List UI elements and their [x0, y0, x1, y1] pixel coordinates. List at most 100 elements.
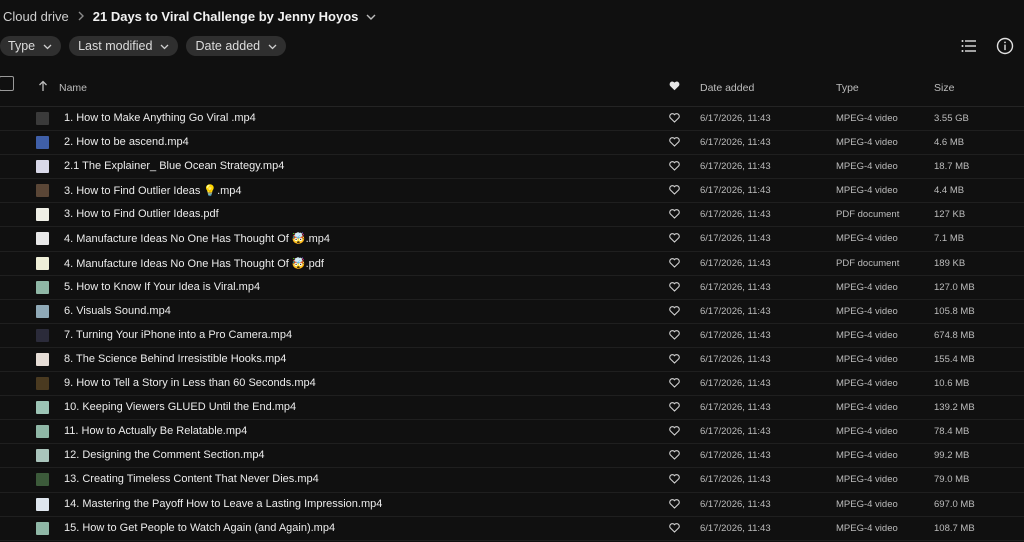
file-thumbnail	[36, 352, 49, 366]
file-date-added: 6/17/2026, 11:43	[700, 426, 771, 438]
file-thumbnail	[36, 521, 49, 535]
heart-icon[interactable]	[669, 522, 680, 533]
file-name: 2. How to be ascend.mp4	[64, 136, 189, 149]
file-size: 127.0 MB	[934, 281, 975, 293]
file-date-added: 6/17/2026, 11:43	[700, 281, 771, 293]
file-thumbnail	[36, 425, 49, 439]
filter-type[interactable]: Type	[0, 36, 62, 56]
file-date-added: 6/17/2026, 11:43	[700, 185, 771, 197]
table-row[interactable]: 11. How to Actually Be Relatable.mp4 6/17…	[0, 420, 1024, 445]
heart-icon[interactable]	[669, 209, 680, 220]
heart-icon[interactable]	[669, 450, 680, 461]
file-name: 13. Creating Timeless Content That Never…	[64, 473, 319, 486]
list-view-icon[interactable]	[960, 37, 978, 55]
file-size: 105.8 MB	[934, 305, 975, 317]
filter-last-modified[interactable]: Last modified	[69, 36, 179, 56]
file-type: MPEG-4 video	[836, 233, 898, 245]
breadcrumb-current: 21 Days to Viral Challenge by Jenny Hoyo…	[92, 9, 359, 24]
table-row[interactable]: 2. How to be ascend.mp4 6/17/2026, 11:43 M…	[0, 131, 1024, 156]
file-name: 4. Manufacture Ideas No One Has Thought …	[64, 233, 331, 246]
file-thumbnail	[36, 497, 49, 511]
table-row[interactable]: 4. Manufacture Ideas No One Has Thought …	[0, 252, 1024, 276]
column-header-type[interactable]: Type	[836, 82, 859, 94]
file-date-added: 6/17/2026, 11:43	[700, 378, 771, 390]
file-name: 7. Turning Your iPhone into a Pro Camera…	[64, 328, 293, 341]
heart-icon[interactable]	[669, 185, 680, 196]
heart-icon[interactable]	[669, 137, 680, 147]
file-thumbnail	[36, 304, 49, 318]
heart-icon[interactable]	[669, 281, 680, 292]
file-type: MPEG-4 video	[836, 161, 898, 173]
file-type: MPEG-4 video	[836, 329, 898, 341]
arrow-up-icon[interactable]	[38, 80, 48, 92]
file-name: 6. Visuals Sound.mp4	[64, 304, 171, 317]
file-name: 2.1 The Explainer_ Blue Ocean Strategy.m…	[64, 160, 285, 173]
heart-icon[interactable]	[669, 498, 680, 509]
heart-icon[interactable]	[669, 378, 680, 388]
heart-icon[interactable]	[669, 81, 680, 91]
filter-date-added[interactable]: Date added	[186, 36, 287, 56]
column-header-date-added[interactable]: Date added	[700, 82, 754, 94]
heart-icon[interactable]	[669, 305, 680, 316]
file-thumbnail	[36, 280, 49, 294]
table-row[interactable]: 3. How to Find Outlier Ideas.pdf 6/17/202…	[0, 203, 1024, 228]
table-row[interactable]: 8. The Science Behind Irresistible Hooks…	[0, 348, 1024, 373]
file-date-added: 6/17/2026, 11:43	[700, 402, 771, 414]
file-type: MPEG-4 video	[836, 474, 898, 486]
table-row[interactable]: 1. How to Make Anything Go Viral .mp4 6/1…	[0, 107, 1024, 132]
view-controls	[960, 37, 1014, 55]
filter-label: Date added	[195, 39, 261, 53]
breadcrumb-root[interactable]: Cloud drive	[3, 9, 69, 24]
file-size: 189 KB	[934, 257, 966, 269]
table-row[interactable]: 4. Manufacture Ideas No One Has Thought …	[0, 227, 1024, 252]
file-name: 8. The Science Behind Irresistible Hooks…	[64, 352, 287, 365]
file-type: MPEG-4 video	[836, 281, 898, 293]
chevron-down-icon	[43, 39, 52, 53]
file-thumbnail	[36, 377, 49, 391]
file-size: 674.8 MB	[934, 329, 975, 341]
file-type: MPEG-4 video	[836, 498, 898, 510]
table-row[interactable]: 9. How to Tell a Story in Less than 60 S…	[0, 372, 1024, 397]
file-name: 15. How to Get People to Watch Again (an…	[64, 521, 336, 534]
table-row[interactable]: 3. How to Find Outlier Ideas 💡.mp4 6/17/2…	[0, 179, 1024, 204]
chevron-down-icon[interactable]	[366, 9, 376, 24]
table-row[interactable]: 6. Visuals Sound.mp4 6/17/2026, 11:43 MPEG…	[0, 300, 1024, 324]
file-size: 697.0 MB	[934, 498, 975, 510]
column-header-size[interactable]: Size	[934, 82, 954, 94]
file-name: 11. How to Actually Be Relatable.mp4	[64, 425, 248, 438]
info-icon[interactable]	[996, 37, 1014, 55]
file-date-added: 6/17/2026, 11:43	[700, 329, 771, 341]
chevron-down-icon	[160, 39, 169, 53]
table-row[interactable]: 7. Turning Your iPhone into a Pro Camera…	[0, 324, 1024, 348]
file-name: 1. How to Make Anything Go Viral .mp4	[64, 112, 256, 124]
file-type: MPEG-4 video	[836, 353, 898, 365]
file-name: 14. Mastering the Payoff How to Leave a …	[64, 497, 383, 510]
select-all-checkbox[interactable]	[0, 76, 14, 91]
table-row[interactable]: 14. Mastering the Payoff How to Leave a …	[0, 493, 1024, 517]
table-row[interactable]: 13. Creating Timeless Content That Never…	[0, 468, 1024, 493]
heart-icon[interactable]	[669, 257, 680, 268]
heart-icon[interactable]	[669, 233, 680, 244]
file-name: 3. How to Find Outlier Ideas.pdf	[64, 208, 219, 221]
heart-icon[interactable]	[669, 426, 680, 436]
column-header-name[interactable]: Name	[59, 82, 87, 94]
table-header: Name Date added Type Size	[0, 72, 1024, 107]
table-row[interactable]: 10. Keeping Viewers GLUED Until the End.…	[0, 396, 1024, 421]
heart-icon[interactable]	[669, 329, 680, 340]
table-row[interactable]: 12. Designing the Comment Section.mp4 6/1…	[0, 444, 1024, 469]
file-type: MPEG-4 video	[836, 426, 898, 438]
heart-icon[interactable]	[669, 474, 680, 485]
heart-icon[interactable]	[669, 113, 680, 123]
table-row[interactable]: 5. How to Know If Your Idea is Viral.mp4…	[0, 276, 1024, 300]
file-date-added: 6/17/2026, 11:43	[700, 209, 771, 221]
file-date-added: 6/17/2026, 11:43	[700, 522, 771, 534]
heart-icon[interactable]	[669, 161, 680, 171]
table-row[interactable]: 15. How to Get People to Watch Again (an…	[0, 517, 1024, 541]
heart-icon[interactable]	[669, 402, 680, 412]
file-size: 155.4 MB	[934, 353, 975, 365]
table-row[interactable]: 2.1 The Explainer_ Blue Ocean Strategy.m…	[0, 155, 1024, 180]
file-name: 5. How to Know If Your Idea is Viral.mp4	[64, 280, 261, 293]
file-date-added: 6/17/2026, 11:43	[700, 161, 771, 173]
top-bar: Cloud drive 21 Days to Viral Challenge b…	[0, 0, 1024, 56]
heart-icon[interactable]	[669, 354, 680, 364]
